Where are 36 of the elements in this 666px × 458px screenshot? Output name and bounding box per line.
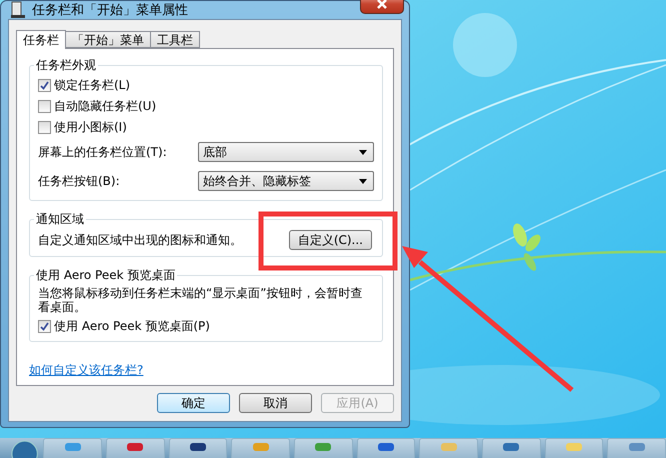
dropdown[interactable]: 始终合并、隐藏标签 [198, 171, 374, 191]
dialog-button[interactable]: 确定 [157, 393, 230, 413]
checkbox-label: 使用小图标(I) [54, 118, 127, 136]
checkbox[interactable] [38, 120, 51, 134]
checkbox[interactable] [38, 78, 51, 92]
group-title: 任务栏外观 [35, 57, 97, 74]
close-button[interactable] [360, 0, 404, 14]
close-icon [376, 0, 388, 9]
taskbar-button[interactable] [168, 438, 228, 458]
description-text: 自定义通知区域中出现的图标和通知。 [38, 232, 242, 248]
checkbox[interactable] [38, 100, 51, 112]
checkbox-label: 使用 Aero Peek 预览桌面(P) [54, 318, 210, 334]
dropdown[interactable]: 底部 [198, 142, 374, 162]
window-title: 任务栏和「开始」菜单属性 [32, 2, 189, 19]
tab[interactable]: 任务栏 [16, 30, 66, 49]
field-label: 屏幕上的任务栏位置(T): [38, 144, 168, 160]
check-icon [40, 80, 49, 90]
field-label: 任务栏按钮(B): [38, 172, 121, 190]
taskbar-button[interactable] [356, 438, 416, 458]
taskbar-button[interactable] [482, 438, 541, 458]
start-button[interactable] [10, 438, 40, 458]
caret-icon [359, 178, 367, 184]
help-link[interactable]: 如何自定义该任务栏? [29, 362, 144, 379]
dialog-button[interactable]: 取消 [239, 393, 312, 413]
tab[interactable]: 工具栏 [150, 31, 200, 48]
taskbar-button[interactable] [106, 438, 165, 458]
tab[interactable]: 「开始」菜单 [65, 31, 151, 48]
description-text: 当您将鼠标移动到任务栏末端的“显示桌面”按钮时，会暂时查看桌面。 [38, 286, 364, 314]
caret-icon [359, 150, 367, 154]
checkbox-label: 自动隐藏任务栏(U) [54, 98, 156, 114]
checkbox-label: 锁定任务栏(L) [54, 76, 130, 94]
checkbox[interactable] [38, 320, 51, 332]
customize-button[interactable]: 自定义(C)... [288, 230, 372, 250]
group-title: 通知区域 [35, 211, 85, 228]
group-title: 使用 Aero Peek 预览桌面 [35, 267, 176, 284]
check-icon [40, 322, 49, 330]
